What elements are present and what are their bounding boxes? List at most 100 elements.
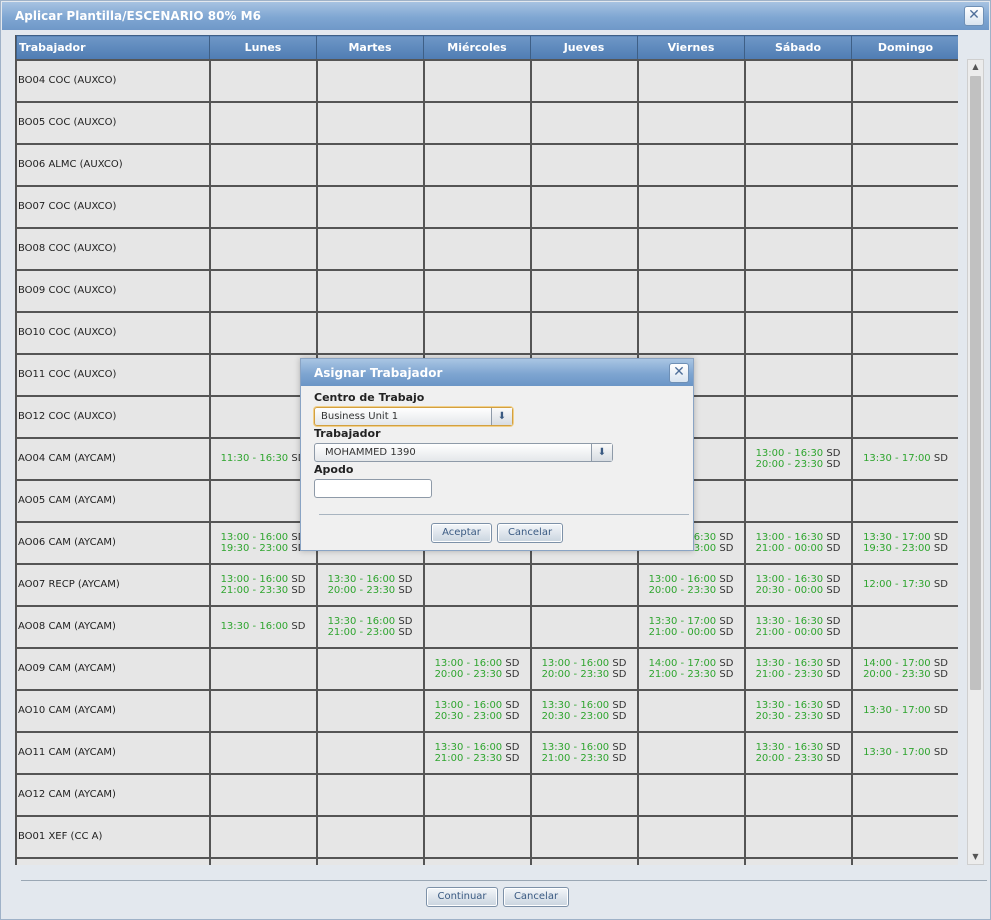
schedule-cell[interactable] (743, 814, 853, 859)
schedule-cell[interactable] (208, 646, 318, 691)
schedule-cell[interactable] (422, 58, 532, 103)
schedule-cell[interactable] (529, 856, 639, 865)
schedule-cell[interactable] (315, 772, 425, 817)
schedule-cell[interactable] (208, 58, 318, 103)
schedule-cell[interactable]: 12:00 - 17:30 SD (850, 562, 958, 607)
cancel-button[interactable]: Cancelar (503, 887, 569, 907)
schedule-cell[interactable] (850, 268, 958, 313)
schedule-cell[interactable] (422, 226, 532, 271)
schedule-cell[interactable]: 13:30 - 16:00 SD 21:00 - 23:30 SD (529, 730, 639, 775)
schedule-cell[interactable]: 13:30 - 16:00 SD 20:00 - 23:30 SD (315, 562, 425, 607)
schedule-cell[interactable] (636, 58, 746, 103)
schedule-cell[interactable] (636, 730, 746, 775)
schedule-cell[interactable] (208, 688, 318, 733)
arrow-down-icon[interactable]: ⬇ (591, 444, 612, 461)
schedule-cell[interactable] (850, 142, 958, 187)
schedule-cell[interactable] (208, 184, 318, 229)
schedule-cell[interactable]: 14:00 - 17:00 SD 20:00 - 23:30 SD (850, 646, 958, 691)
schedule-cell[interactable]: 13:30 - 17:00 SD (850, 436, 958, 481)
schedule-cell[interactable] (636, 142, 746, 187)
schedule-cell[interactable] (208, 856, 318, 865)
schedule-cell[interactable] (315, 184, 425, 229)
schedule-cell[interactable] (529, 310, 639, 355)
schedule-cell[interactable] (315, 730, 425, 775)
schedule-cell[interactable] (636, 226, 746, 271)
schedule-cell[interactable]: 13:00 - 16:30 SD 20:30 - 00:00 SD (743, 562, 853, 607)
grid-scrollbar[interactable]: ▲ ▼ (967, 59, 984, 865)
schedule-cell[interactable]: 13:30 - 16:00 SD 21:00 - 23:00 SD (315, 604, 425, 649)
schedule-cell[interactable] (850, 772, 958, 817)
schedule-cell[interactable] (743, 100, 853, 145)
trabajador-select[interactable]: MOHAMMED 1390 ⬇ (314, 443, 613, 462)
schedule-cell[interactable]: 13:30 - 16:30 SD 20:00 - 23:30 SD (743, 730, 853, 775)
centro-select[interactable]: Business Unit 1 ⬇ (314, 407, 513, 426)
schedule-cell[interactable] (208, 730, 318, 775)
schedule-cell[interactable] (422, 772, 532, 817)
schedule-cell[interactable] (636, 856, 746, 865)
schedule-cell[interactable]: 14:00 - 17:00 SD 21:00 - 23:30 SD (636, 646, 746, 691)
apodo-input[interactable] (314, 479, 432, 498)
schedule-cell[interactable] (422, 268, 532, 313)
schedule-cell[interactable] (422, 142, 532, 187)
schedule-cell[interactable] (315, 268, 425, 313)
schedule-cell[interactable] (315, 142, 425, 187)
schedule-cell[interactable] (208, 100, 318, 145)
schedule-cell[interactable]: 13:30 - 17:00 SD 19:30 - 23:00 SD (850, 520, 958, 565)
schedule-cell[interactable] (315, 814, 425, 859)
schedule-cell[interactable] (743, 310, 853, 355)
schedule-cell[interactable] (850, 226, 958, 271)
continue-button[interactable]: Continuar (426, 887, 498, 907)
schedule-cell[interactable] (636, 772, 746, 817)
schedule-cell[interactable] (208, 268, 318, 313)
schedule-cell[interactable]: 13:30 - 16:00 SD 21:00 - 23:30 SD (422, 730, 532, 775)
schedule-cell[interactable] (743, 856, 853, 865)
schedule-cell[interactable] (529, 58, 639, 103)
schedule-cell[interactable] (315, 646, 425, 691)
schedule-cell[interactable] (315, 856, 425, 865)
schedule-cell[interactable] (422, 814, 532, 859)
schedule-cell[interactable] (743, 226, 853, 271)
schedule-cell[interactable] (529, 100, 639, 145)
schedule-cell[interactable]: 13:30 - 16:00 SD (208, 604, 318, 649)
schedule-cell[interactable] (529, 562, 639, 607)
schedule-cell[interactable] (422, 184, 532, 229)
schedule-cell[interactable] (636, 688, 746, 733)
close-icon[interactable]: ✕ (669, 363, 689, 383)
schedule-cell[interactable]: 13:00 - 16:00 SD 20:00 - 23:30 SD (529, 646, 639, 691)
schedule-cell[interactable] (529, 184, 639, 229)
schedule-cell[interactable]: 13:00 - 16:30 SD 20:00 - 23:30 SD (743, 436, 853, 481)
schedule-cell[interactable] (529, 142, 639, 187)
schedule-cell[interactable]: 13:00 - 16:30 SD 21:00 - 00:00 SD (743, 520, 853, 565)
schedule-cell[interactable] (208, 142, 318, 187)
schedule-cell[interactable]: 13:00 - 16:00 SD 21:00 - 23:30 SD (208, 562, 318, 607)
schedule-cell[interactable] (743, 394, 853, 439)
schedule-cell[interactable] (529, 772, 639, 817)
accept-button[interactable]: Aceptar (431, 523, 492, 543)
schedule-cell[interactable] (850, 352, 958, 397)
schedule-cell[interactable] (636, 814, 746, 859)
schedule-cell[interactable] (850, 310, 958, 355)
schedule-cell[interactable] (422, 310, 532, 355)
schedule-cell[interactable] (636, 100, 746, 145)
schedule-cell[interactable]: 13:30 - 16:30 SD 21:00 - 00:00 SD (743, 604, 853, 649)
schedule-cell[interactable]: 13:30 - 17:00 SD (850, 688, 958, 733)
schedule-cell[interactable] (743, 772, 853, 817)
schedule-cell[interactable] (422, 856, 532, 865)
schedule-cell[interactable] (422, 562, 532, 607)
schedule-cell[interactable] (850, 58, 958, 103)
schedule-cell[interactable] (529, 604, 639, 649)
schedule-cell[interactable] (208, 772, 318, 817)
schedule-cell[interactable] (743, 268, 853, 313)
schedule-cell[interactable] (315, 688, 425, 733)
schedule-cell[interactable] (315, 310, 425, 355)
scroll-down-icon[interactable]: ▼ (968, 850, 983, 864)
schedule-cell[interactable] (743, 142, 853, 187)
schedule-cell[interactable] (850, 478, 958, 523)
schedule-cell[interactable]: 13:30 - 16:00 SD 20:30 - 23:00 SD (529, 688, 639, 733)
schedule-cell[interactable] (315, 58, 425, 103)
schedule-cell[interactable] (850, 604, 958, 649)
schedule-cell[interactable] (743, 478, 853, 523)
arrow-down-icon[interactable]: ⬇ (491, 408, 512, 425)
schedule-cell[interactable] (850, 814, 958, 859)
schedule-cell[interactable] (850, 856, 958, 865)
